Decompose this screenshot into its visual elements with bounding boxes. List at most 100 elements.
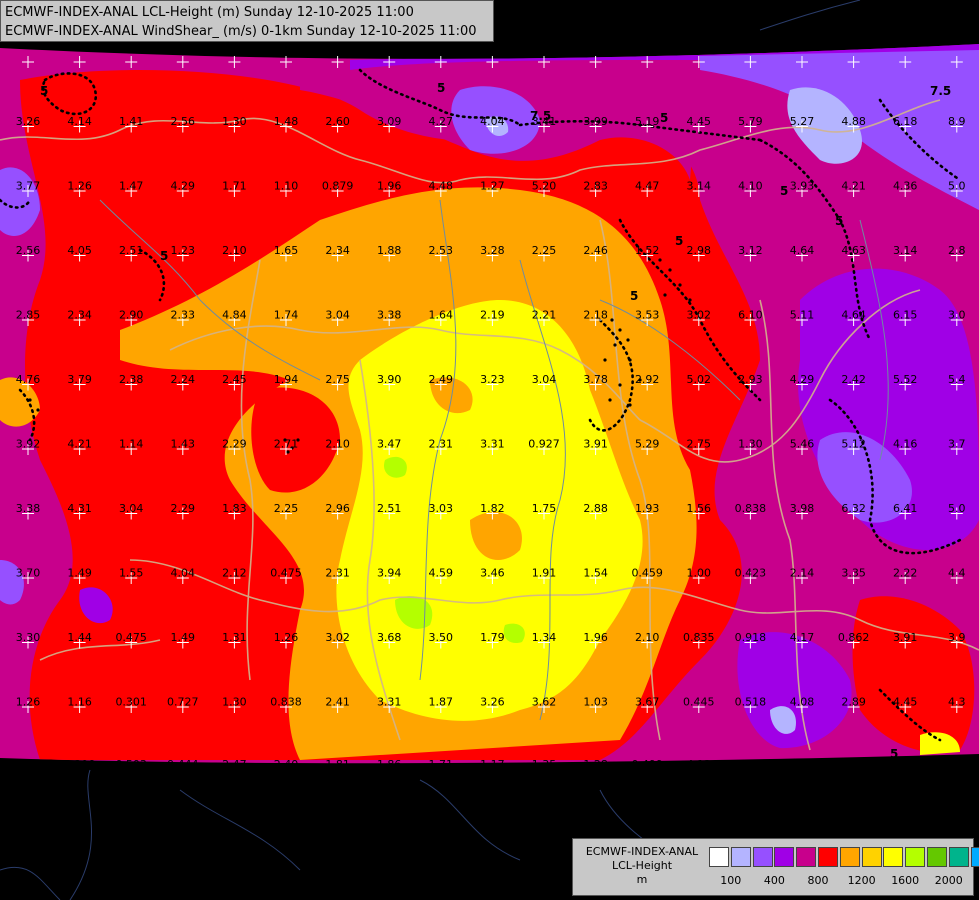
- value-label: 6.15: [893, 309, 918, 322]
- value-label: 1.87: [429, 696, 454, 709]
- value-label: 5.0: [948, 502, 966, 515]
- value-label: 5.52: [893, 373, 918, 386]
- value-label: 0.459: [631, 567, 663, 580]
- value-label: 1.03: [583, 696, 608, 709]
- value-label: 3.03: [429, 502, 454, 515]
- value-label: 0.444: [167, 758, 199, 771]
- value-label: 4.45: [893, 696, 918, 709]
- weather-map: 3.26 4.14 1.41 2.56 1.30 1.48 2.60 3.09 4.27 4.04…: [0, 0, 979, 900]
- value-label: 1.52: [635, 244, 660, 257]
- legend-swatch: [796, 847, 817, 867]
- value-label: 4.29: [171, 180, 196, 193]
- value-label: 2.31: [325, 567, 350, 580]
- value-label: 1.28: [583, 758, 608, 771]
- value-label: 1.81: [325, 758, 350, 771]
- contour-label: 5: [630, 289, 638, 303]
- value-label: 1.94: [274, 373, 299, 386]
- value-label: 4.64: [790, 244, 815, 257]
- value-label: 3.47: [377, 438, 402, 451]
- legend-tick: 2000: [934, 874, 963, 887]
- value-label: 2.93: [738, 373, 763, 386]
- value-label: 4.64: [841, 309, 866, 322]
- value-label: 5.12: [841, 438, 866, 451]
- value-label: 3.77: [16, 180, 41, 193]
- value-label: 3.62: [532, 696, 557, 709]
- value-label: 1.30: [222, 696, 247, 709]
- value-label: 2.88: [583, 502, 608, 515]
- value-label: 3.38: [377, 309, 402, 322]
- value-label: 3.93: [790, 180, 815, 193]
- value-label: 5.27: [790, 115, 815, 128]
- value-label: 3.26: [16, 115, 41, 128]
- value-label: 0.518: [735, 696, 767, 709]
- value-label: 1.49: [171, 631, 196, 644]
- value-label: 3.17: [738, 758, 763, 771]
- value-label: 1.44: [67, 631, 92, 644]
- value-label: 6.18: [893, 115, 918, 128]
- value-label: 4.04: [480, 115, 505, 128]
- value-label: 1.16: [67, 696, 92, 709]
- value-label: 2.34: [67, 309, 92, 322]
- legend-swatch: [752, 847, 773, 867]
- value-label: 1.30: [738, 438, 763, 451]
- legend-swatches: [709, 847, 979, 867]
- value-label: 4.63: [841, 244, 866, 257]
- legend-swatch: [905, 847, 926, 867]
- value-label: 1.30: [222, 115, 247, 128]
- value-label: 1.47: [119, 180, 144, 193]
- value-label: 3.23: [480, 373, 505, 386]
- value-label: 4.17: [790, 631, 815, 644]
- value-label: 3.78: [583, 373, 608, 386]
- contour-label: 5: [40, 84, 48, 98]
- value-label: 2.99: [790, 758, 815, 771]
- legend-unit: m: [636, 873, 648, 886]
- legend-tick: 400: [763, 874, 785, 887]
- value-label: 4.29: [790, 373, 815, 386]
- value-label: 0.475: [270, 567, 302, 580]
- legend-swatch: [948, 847, 969, 867]
- value-label: 1.26: [274, 631, 299, 644]
- legend-swatch: [730, 847, 751, 867]
- value-label: 4.3: [948, 696, 966, 709]
- value-label: 3.91: [583, 438, 608, 451]
- value-label: 4.04: [171, 567, 196, 580]
- value-label: 2.10: [222, 244, 247, 257]
- value-label: 6.32: [841, 502, 866, 515]
- contour-label: 5: [675, 234, 683, 248]
- value-label: 5.4: [948, 373, 966, 386]
- value-label: 1.83: [222, 502, 247, 515]
- value-label: 2.98: [687, 244, 712, 257]
- value-label: 1.96: [583, 631, 608, 644]
- value-label: 4.21: [841, 180, 866, 193]
- value-label: 0.475: [115, 631, 147, 644]
- value-label: 4.05: [67, 244, 92, 257]
- value-label: 1.71: [429, 758, 454, 771]
- value-label: 1.93: [635, 502, 660, 515]
- value-label: 1.26: [16, 696, 41, 709]
- value-label: 3.46: [480, 567, 505, 580]
- value-label: 2.18: [583, 309, 608, 322]
- value-label: 1.54: [583, 567, 608, 580]
- value-label: 4.48: [429, 180, 454, 193]
- value-label: 4.10: [738, 180, 763, 193]
- value-label: 5.0: [948, 180, 966, 193]
- value-label: 3.70: [16, 567, 41, 580]
- value-label: 2.12: [222, 567, 247, 580]
- value-label: 1.86: [377, 758, 402, 771]
- value-label: 2.40: [274, 758, 299, 771]
- legend-tick: 1600: [891, 874, 920, 887]
- legend-title-line2: LCL-Height: [611, 859, 673, 872]
- value-label: 1.79: [480, 631, 505, 644]
- value-label: 2.49: [429, 373, 454, 386]
- value-label: 2.90: [119, 309, 144, 322]
- value-label: 3.92: [16, 438, 41, 451]
- value-label: 0.499: [631, 758, 663, 771]
- value-label: 1.26: [67, 180, 92, 193]
- value-label: 1.43: [171, 438, 196, 451]
- value-label: 2.85: [16, 309, 41, 322]
- value-label: 3.14: [893, 244, 918, 257]
- value-label: 5.79: [738, 115, 763, 128]
- value-label: 4.47: [635, 180, 660, 193]
- value-label: 2.34: [325, 244, 350, 257]
- value-label: 3.26: [480, 696, 505, 709]
